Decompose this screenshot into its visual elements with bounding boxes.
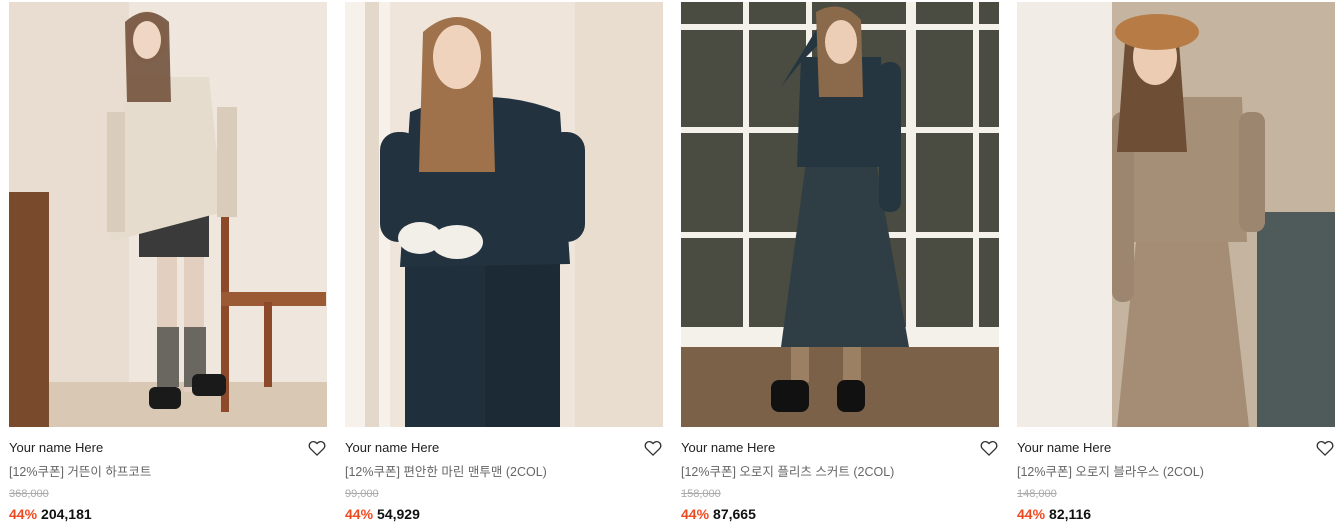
product-name[interactable]: [12%쿠폰] 거뜬이 하프코트 (9, 464, 327, 480)
product-card[interactable]: Your name Here [12%쿠폰] 오로지 블라우스 (2COL) 1… (1017, 2, 1335, 523)
product-name[interactable]: [12%쿠폰] 편안한 마린 맨투맨 (2COL) (345, 464, 663, 480)
product-brand[interactable]: Your name Here (681, 440, 999, 456)
product-card[interactable]: Your name Here [12%쿠폰] 거뜬이 하프코트 368,000 … (9, 2, 327, 523)
original-price: 148,000 (1017, 488, 1057, 500)
price-row: 44% 87,665 (681, 506, 999, 523)
original-price: 99,000 (345, 488, 379, 500)
price-row: 44% 54,929 (345, 506, 663, 523)
heart-outline-icon[interactable] (979, 438, 999, 458)
product-brand[interactable]: Your name Here (9, 440, 327, 456)
sale-price: 204,181 (41, 506, 92, 522)
sale-price: 87,665 (713, 506, 756, 522)
discount-rate: 44% (9, 506, 38, 522)
product-brand[interactable]: Your name Here (1017, 440, 1335, 456)
product-card[interactable]: Your name Here [12%쿠폰] 편안한 마린 맨투맨 (2COL)… (345, 2, 663, 523)
product-image[interactable] (681, 2, 999, 427)
product-image[interactable] (1017, 2, 1335, 427)
price-row: 44% 82,116 (1017, 506, 1335, 523)
product-image[interactable] (9, 2, 327, 427)
product-card[interactable]: Your name Here [12%쿠폰] 오로지 플리츠 스커트 (2COL… (681, 2, 999, 523)
discount-rate: 44% (1017, 506, 1046, 522)
heart-outline-icon[interactable] (1315, 438, 1335, 458)
product-image[interactable] (345, 2, 663, 427)
original-price: 368,000 (9, 488, 49, 500)
product-name[interactable]: [12%쿠폰] 오로지 블라우스 (2COL) (1017, 464, 1335, 480)
heart-outline-icon[interactable] (307, 438, 327, 458)
original-price: 158,000 (681, 488, 721, 500)
sale-price: 82,116 (1049, 506, 1092, 522)
sale-price: 54,929 (377, 506, 420, 522)
product-name[interactable]: [12%쿠폰] 오로지 플리츠 스커트 (2COL) (681, 464, 999, 480)
heart-outline-icon[interactable] (643, 438, 663, 458)
discount-rate: 44% (681, 506, 710, 522)
product-grid: Your name Here [12%쿠폰] 거뜬이 하프코트 368,000 … (0, 0, 1340, 527)
product-brand[interactable]: Your name Here (345, 440, 663, 456)
discount-rate: 44% (345, 506, 374, 522)
price-row: 44% 204,181 (9, 506, 327, 523)
